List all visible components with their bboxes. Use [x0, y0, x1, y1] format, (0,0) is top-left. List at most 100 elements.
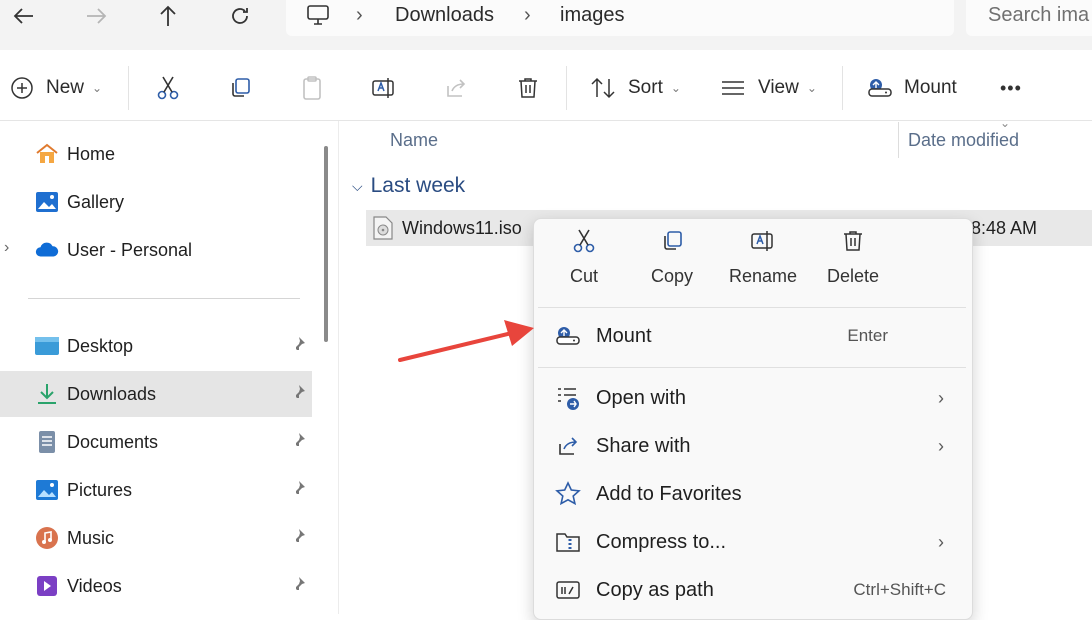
mount-button[interactable]: Mount: [866, 70, 957, 106]
rename-icon: [750, 226, 776, 256]
context-cut-button[interactable]: Cut: [547, 226, 621, 298]
pin-icon[interactable]: [290, 528, 306, 549]
sidebar-item-label: User - Personal: [67, 239, 193, 260]
pin-icon[interactable]: [290, 576, 306, 597]
menu-item-label: Open with: [596, 386, 687, 409]
sidebar-item-label: Pictures: [67, 479, 133, 500]
sort-chevron-icon: ⌄: [1000, 116, 1011, 130]
sidebar-item-downloads[interactable]: Downloads: [0, 371, 312, 417]
chevron-down-icon: ⌄: [806, 81, 817, 95]
sidebar-scrollbar[interactable]: [324, 146, 328, 342]
menu-item-copy-as-path[interactable]: Copy as path Ctrl+Shift+C: [540, 568, 966, 612]
forward-arrow-icon: [87, 8, 107, 24]
menu-divider: [538, 367, 966, 368]
scissors-icon: [157, 76, 179, 100]
mount-disc-icon: [554, 322, 582, 350]
delete-button[interactable]: [514, 70, 542, 106]
star-icon: [554, 480, 582, 508]
pictures-icon: [34, 477, 60, 503]
crumb-separator-icon: ›: [524, 4, 531, 26]
context-copy-button[interactable]: Copy: [635, 226, 709, 298]
pin-icon[interactable]: [290, 480, 306, 501]
toolbar-divider: [128, 66, 129, 110]
mount-label: Mount: [904, 77, 957, 98]
column-header-date[interactable]: Date modified: [908, 130, 1019, 151]
search-input[interactable]: Search ima: [988, 4, 1089, 27]
pin-icon[interactable]: [290, 384, 306, 405]
more-button[interactable]: •••: [1000, 70, 1022, 106]
sidebar-item-desktop[interactable]: Desktop: [0, 323, 312, 369]
sidebar-item-home[interactable]: Home: [0, 131, 312, 177]
copy-button[interactable]: [226, 70, 254, 106]
share-icon: [447, 79, 466, 97]
back-button[interactable]: [4, 4, 44, 28]
gallery-icon: [34, 189, 60, 215]
open-with-icon: [554, 384, 582, 412]
sidebar-item-label: Desktop: [67, 335, 134, 356]
cut-label: Cut: [569, 266, 598, 286]
menu-item-mount[interactable]: Mount Enter: [540, 314, 966, 358]
column-header-name[interactable]: Name: [390, 130, 438, 151]
new-button[interactable]: New ⌄: [10, 70, 102, 106]
menu-item-share-with[interactable]: Share with ›: [540, 424, 966, 468]
sidebar-item-label: Home: [67, 143, 116, 164]
sidebar-item-music[interactable]: Music: [0, 515, 312, 561]
menu-item-open-with[interactable]: Open with ›: [540, 376, 966, 420]
clipboard-icon: [303, 76, 321, 100]
delete-label: Delete: [826, 266, 880, 286]
menu-item-compress-to[interactable]: Compress to... ›: [540, 520, 966, 564]
crumb-downloads[interactable]: Downloads: [395, 4, 494, 27]
up-arrow-icon: [160, 5, 176, 26]
copy-icon: [232, 78, 250, 97]
cut-button[interactable]: [154, 70, 182, 106]
menu-item-label: Compress to...: [596, 530, 727, 553]
group-header[interactable]: ⌵ Last week: [352, 174, 465, 198]
pane-divider[interactable]: [338, 121, 339, 614]
chevron-right-icon: ›: [938, 387, 944, 408]
pin-icon[interactable]: [290, 336, 306, 357]
refresh-button[interactable]: [220, 4, 260, 28]
menu-item-add-to-favorites[interactable]: Add to Favorites: [540, 472, 966, 516]
sidebar-item-onedrive[interactable]: › User - Personal: [0, 227, 312, 273]
chevron-down-icon: ⌄: [670, 81, 681, 95]
copy-label: Copy: [650, 266, 694, 286]
sidebar-item-label: Downloads: [67, 383, 157, 404]
list-view-icon: [722, 81, 744, 95]
download-icon: [34, 381, 60, 407]
back-arrow-icon: [13, 8, 33, 24]
share-button[interactable]: [442, 70, 470, 106]
sidebar-divider: [28, 298, 300, 299]
menu-item-label: Add to Favorites: [596, 482, 742, 505]
trash-icon: [842, 226, 864, 256]
menu-item-label: Mount: [596, 324, 652, 347]
sort-label: Sort: [628, 77, 663, 98]
sidebar-item-documents[interactable]: Documents: [0, 419, 312, 465]
crumb-images[interactable]: images: [560, 4, 624, 27]
pin-icon[interactable]: [290, 432, 306, 453]
forward-button[interactable]: [76, 4, 116, 28]
toolbar-divider: [566, 66, 567, 110]
sidebar-item-pictures[interactable]: Pictures: [0, 467, 312, 513]
sidebar-item-gallery[interactable]: Gallery: [0, 179, 312, 225]
view-label: View: [758, 77, 799, 98]
home-icon: [34, 141, 60, 167]
view-button[interactable]: View ⌄: [720, 70, 817, 106]
sidebar-item-label: Gallery: [67, 191, 125, 212]
share-icon: [554, 432, 582, 460]
copy-path-icon: [554, 576, 582, 604]
file-name: Windows11.iso: [402, 218, 522, 238]
up-button[interactable]: [148, 4, 188, 28]
context-delete-button[interactable]: Delete: [816, 226, 890, 298]
sidebar-item-videos[interactable]: Videos: [0, 563, 312, 609]
trash-icon: [519, 78, 537, 98]
new-label: New: [46, 77, 85, 98]
rename-icon: [372, 78, 394, 98]
document-icon: [34, 429, 60, 455]
column-divider[interactable]: [898, 122, 899, 158]
rename-button[interactable]: [370, 70, 398, 106]
sidebar-item-label: Documents: [67, 431, 159, 452]
sort-button[interactable]: Sort ⌄: [590, 70, 681, 106]
paste-button[interactable]: [298, 70, 326, 106]
chevron-down-icon: ⌵: [352, 177, 363, 194]
context-rename-button[interactable]: Rename: [726, 226, 800, 298]
